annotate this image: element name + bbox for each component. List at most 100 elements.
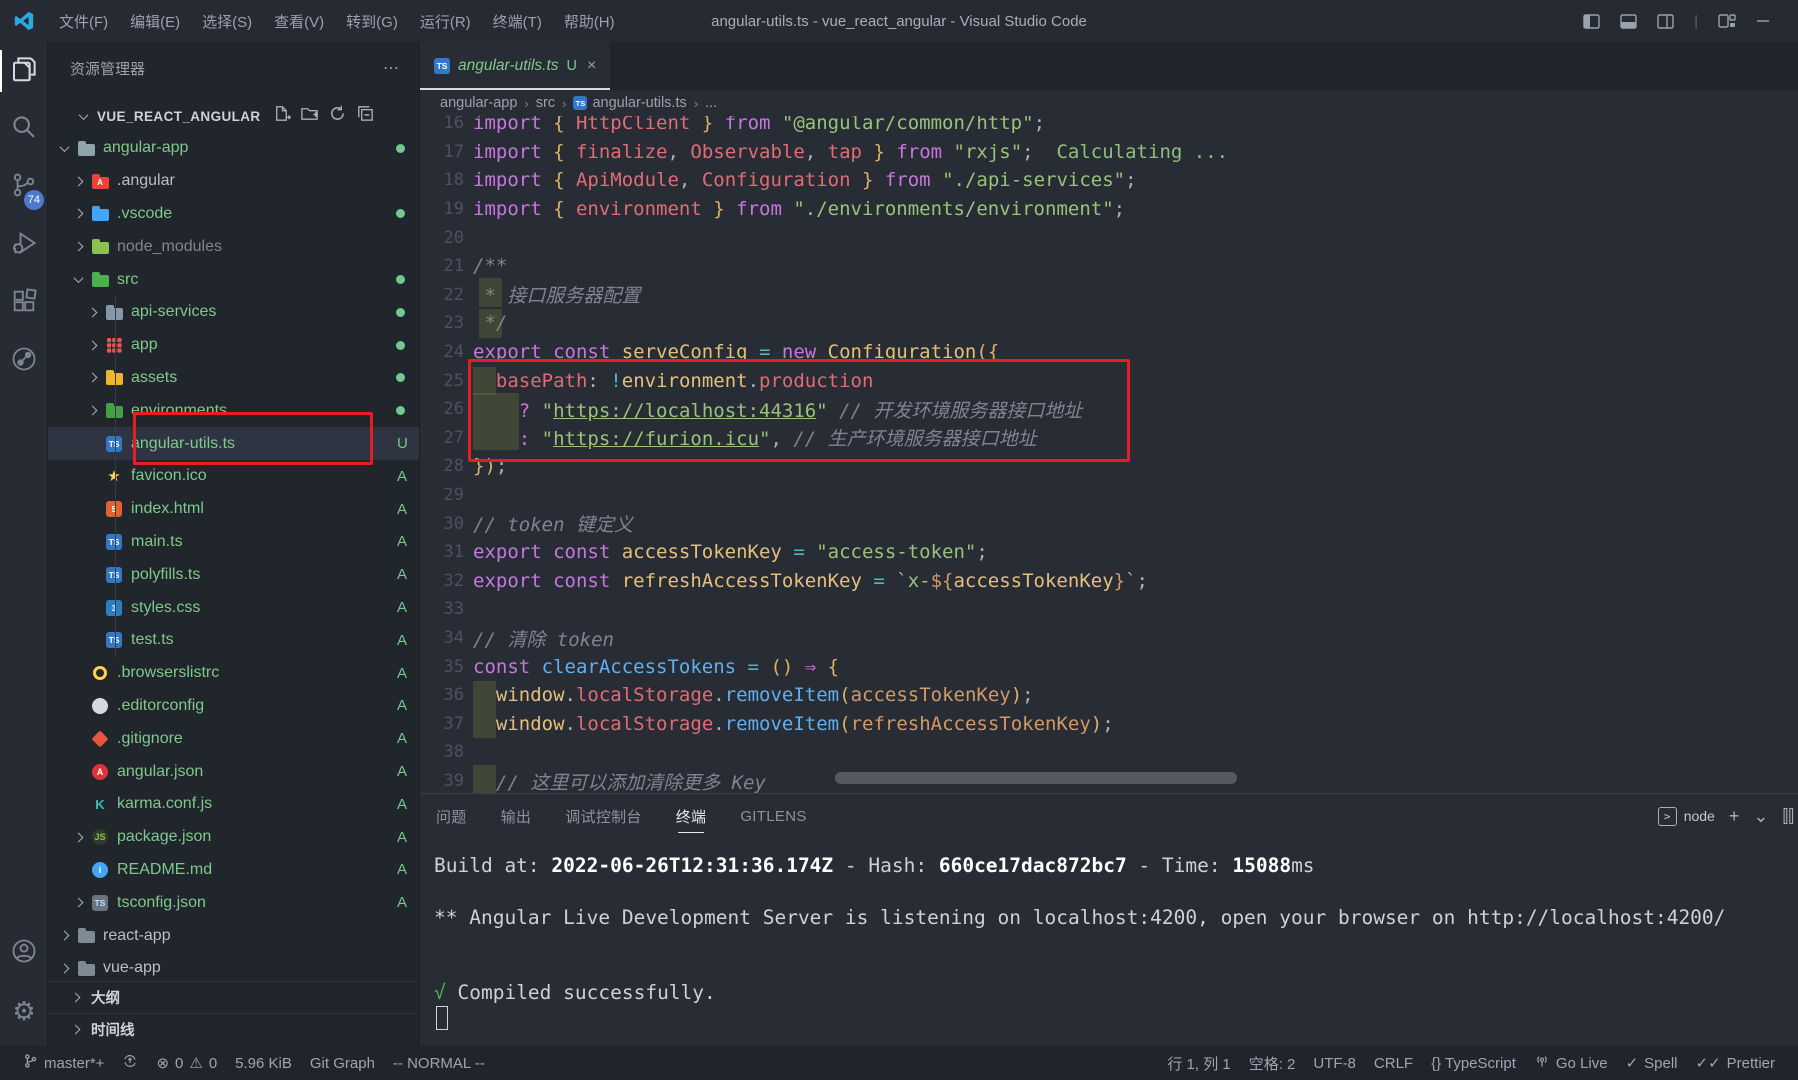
new-terminal-icon[interactable]: + [1729, 806, 1740, 827]
tree-file-tsconfig.json[interactable]: TStsconfig.jsonA [48, 886, 419, 919]
tree-item-label: api-services [131, 303, 216, 321]
customize-layout-icon[interactable] [1718, 13, 1736, 29]
horizontal-scrollbar[interactable] [835, 772, 1237, 784]
tab-angular-utils[interactable]: TS angular-utils.ts U × [420, 42, 610, 90]
code-line-30: 30// token 键定义 [420, 509, 1798, 538]
more-actions-icon[interactable]: ⋯ [383, 58, 401, 78]
menu-选择S[interactable]: 选择(S) [191, 0, 263, 42]
new-file-icon[interactable] [272, 104, 291, 128]
code-area[interactable]: 16import { HttpClient } from "@angular/c… [420, 116, 1798, 793]
sidebar-item-gitlens[interactable] [0, 332, 48, 390]
tree-file-karma.conf.js[interactable]: Kkarma.conf.jsA [48, 788, 419, 821]
tree-file-index.html[interactable]: 5index.htmlA [48, 493, 419, 526]
chevron-right-icon [73, 209, 83, 219]
code-line-21: 21/** [420, 252, 1798, 281]
tree-folder-react-app[interactable]: react-app [48, 919, 419, 952]
status-sync[interactable] [113, 1046, 147, 1080]
sidebar-item-search[interactable] [0, 100, 48, 158]
tree-file-test.ts[interactable]: TStest.tsA [48, 624, 419, 657]
settings-button[interactable]: ⚙ [0, 982, 48, 1040]
panel-tab-GITLENS[interactable]: GITLENS [740, 794, 806, 838]
folder-icon [78, 964, 95, 976]
tree-folder-.vscode[interactable]: .vscode [48, 198, 419, 231]
menu-查看V[interactable]: 查看(V) [263, 0, 335, 42]
terminal-output[interactable]: Build at: 2022-06-26T12:31:36.174Z - Has… [420, 838, 1798, 1046]
terminal-dropdown-icon[interactable]: ⌄ [1753, 806, 1768, 827]
tree-folder-environments[interactable]: environments [48, 394, 419, 427]
tree-folder-node_modules[interactable]: node_modules [48, 230, 419, 263]
toggle-sidebar-icon[interactable] [1583, 14, 1600, 29]
panel-tab-输出[interactable]: 输出 [501, 794, 532, 838]
menu-运行R[interactable]: 运行(R) [409, 0, 482, 42]
panel-tab-调试控制台[interactable]: 调试控制台 [565, 794, 642, 838]
status-git-graph[interactable]: Git Graph [301, 1046, 384, 1080]
menu-终端T[interactable]: 终端(T) [482, 0, 553, 42]
close-icon[interactable]: × [587, 57, 596, 75]
outline-section[interactable]: 大纲 [48, 981, 419, 1013]
indent-highlight [473, 367, 496, 396]
tree-file-angular-utils.ts[interactable]: TSangular-utils.tsU [48, 427, 419, 460]
tree-file-styles.css[interactable]: 3styles.cssA [48, 591, 419, 624]
status-eol[interactable]: CRLF [1365, 1046, 1422, 1080]
tree-file-.browserslistrc[interactable]: .browserslistrcA [48, 657, 419, 690]
sidebar-item-source-control[interactable]: 74 [0, 158, 48, 216]
terminal-name: node [1684, 808, 1715, 824]
tree-folder-assets[interactable]: assets [48, 362, 419, 395]
status-vim-mode[interactable]: -- NORMAL -- [384, 1046, 494, 1080]
status-problems[interactable]: ⊗0⚠0 [147, 1046, 226, 1080]
chevron-right-icon [59, 931, 69, 941]
status-git-branch[interactable]: master*+ [14, 1046, 113, 1080]
sidebar-item-explorer[interactable] [0, 42, 48, 100]
panel-tab-问题[interactable]: 问题 [436, 794, 467, 838]
tree-file-package.json[interactable]: JSpackage.jsonA [48, 821, 419, 854]
toggle-secondary-sidebar-icon[interactable] [1657, 14, 1674, 29]
status-spell[interactable]: ✓Spell [1617, 1046, 1687, 1080]
sidebar-item-extensions[interactable] [0, 274, 48, 332]
breadcrumb-item[interactable]: angular-app [440, 95, 517, 111]
status-indentation[interactable]: 空格: 2 [1240, 1046, 1305, 1080]
tree-file-angular.json[interactable]: Aangular.jsonA [48, 755, 419, 788]
menu-帮助H[interactable]: 帮助(H) [553, 0, 626, 42]
status-go-live[interactable]: Go Live [1525, 1046, 1617, 1080]
split-terminal-icon[interactable]: ⫿⫿ [1782, 806, 1794, 827]
tree-folder-vue-app[interactable]: vue-app [48, 952, 419, 981]
tree-file-README.md[interactable]: iREADME.mdA [48, 854, 419, 887]
line-number: 21 [420, 256, 464, 276]
refresh-icon[interactable] [328, 104, 347, 128]
tree-item-label: environments [131, 402, 227, 420]
tree-file-.editorconfig[interactable]: .editorconfigA [48, 690, 419, 723]
status-encoding[interactable]: UTF-8 [1304, 1046, 1365, 1080]
minimize-icon[interactable] [1756, 14, 1770, 28]
account-button[interactable] [0, 924, 48, 982]
git-modified-dot [396, 373, 405, 382]
collapse-folders-icon[interactable] [356, 104, 375, 128]
terminal-selector[interactable]: > node [1658, 807, 1715, 826]
chevron-right-icon [73, 832, 83, 842]
tree-folder-angular-app[interactable]: angular-app [48, 132, 419, 165]
breadcrumb-item[interactable]: ... [705, 95, 717, 111]
status-language-mode[interactable]: {} TypeScript [1422, 1046, 1525, 1080]
tree-file-.gitignore[interactable]: .gitignoreA [48, 722, 419, 755]
menu-转到G[interactable]: 转到(G) [335, 0, 409, 42]
status-prettier[interactable]: ✓✓Prettier [1687, 1046, 1785, 1080]
tree-file-main.ts[interactable]: TSmain.tsA [48, 526, 419, 559]
project-section-header[interactable]: VUE_REACT_ANGULAR [48, 99, 419, 133]
toggle-panel-icon[interactable] [1620, 14, 1637, 29]
breadcrumb-item[interactable]: src [536, 95, 555, 111]
status-file-size[interactable]: 5.96 KiB [226, 1046, 301, 1080]
tree-folder-src[interactable]: src [48, 263, 419, 296]
panel-tab-终端[interactable]: 终端 [676, 794, 707, 838]
breadcrumb-item[interactable]: TSangular-utils.ts [573, 95, 686, 111]
tree-folder-.angular[interactable]: A.angular [48, 165, 419, 198]
tree-file-favicon.ico[interactable]: ★favicon.icoA [48, 460, 419, 493]
tree-file-polyfills.ts[interactable]: TSpolyfills.tsA [48, 558, 419, 591]
menu-编辑E[interactable]: 编辑(E) [119, 0, 191, 42]
tree-file-app[interactable]: app [48, 329, 419, 362]
account-icon [10, 937, 38, 970]
sidebar-item-run-debug[interactable] [0, 216, 48, 274]
menu-文件F[interactable]: 文件(F) [48, 0, 119, 42]
new-folder-icon[interactable] [300, 104, 319, 128]
timeline-section[interactable]: 时间线 [48, 1013, 419, 1045]
status-cursor-position[interactable]: 行 1, 列 1 [1158, 1046, 1239, 1080]
tree-folder-api-services[interactable]: api-services [48, 296, 419, 329]
